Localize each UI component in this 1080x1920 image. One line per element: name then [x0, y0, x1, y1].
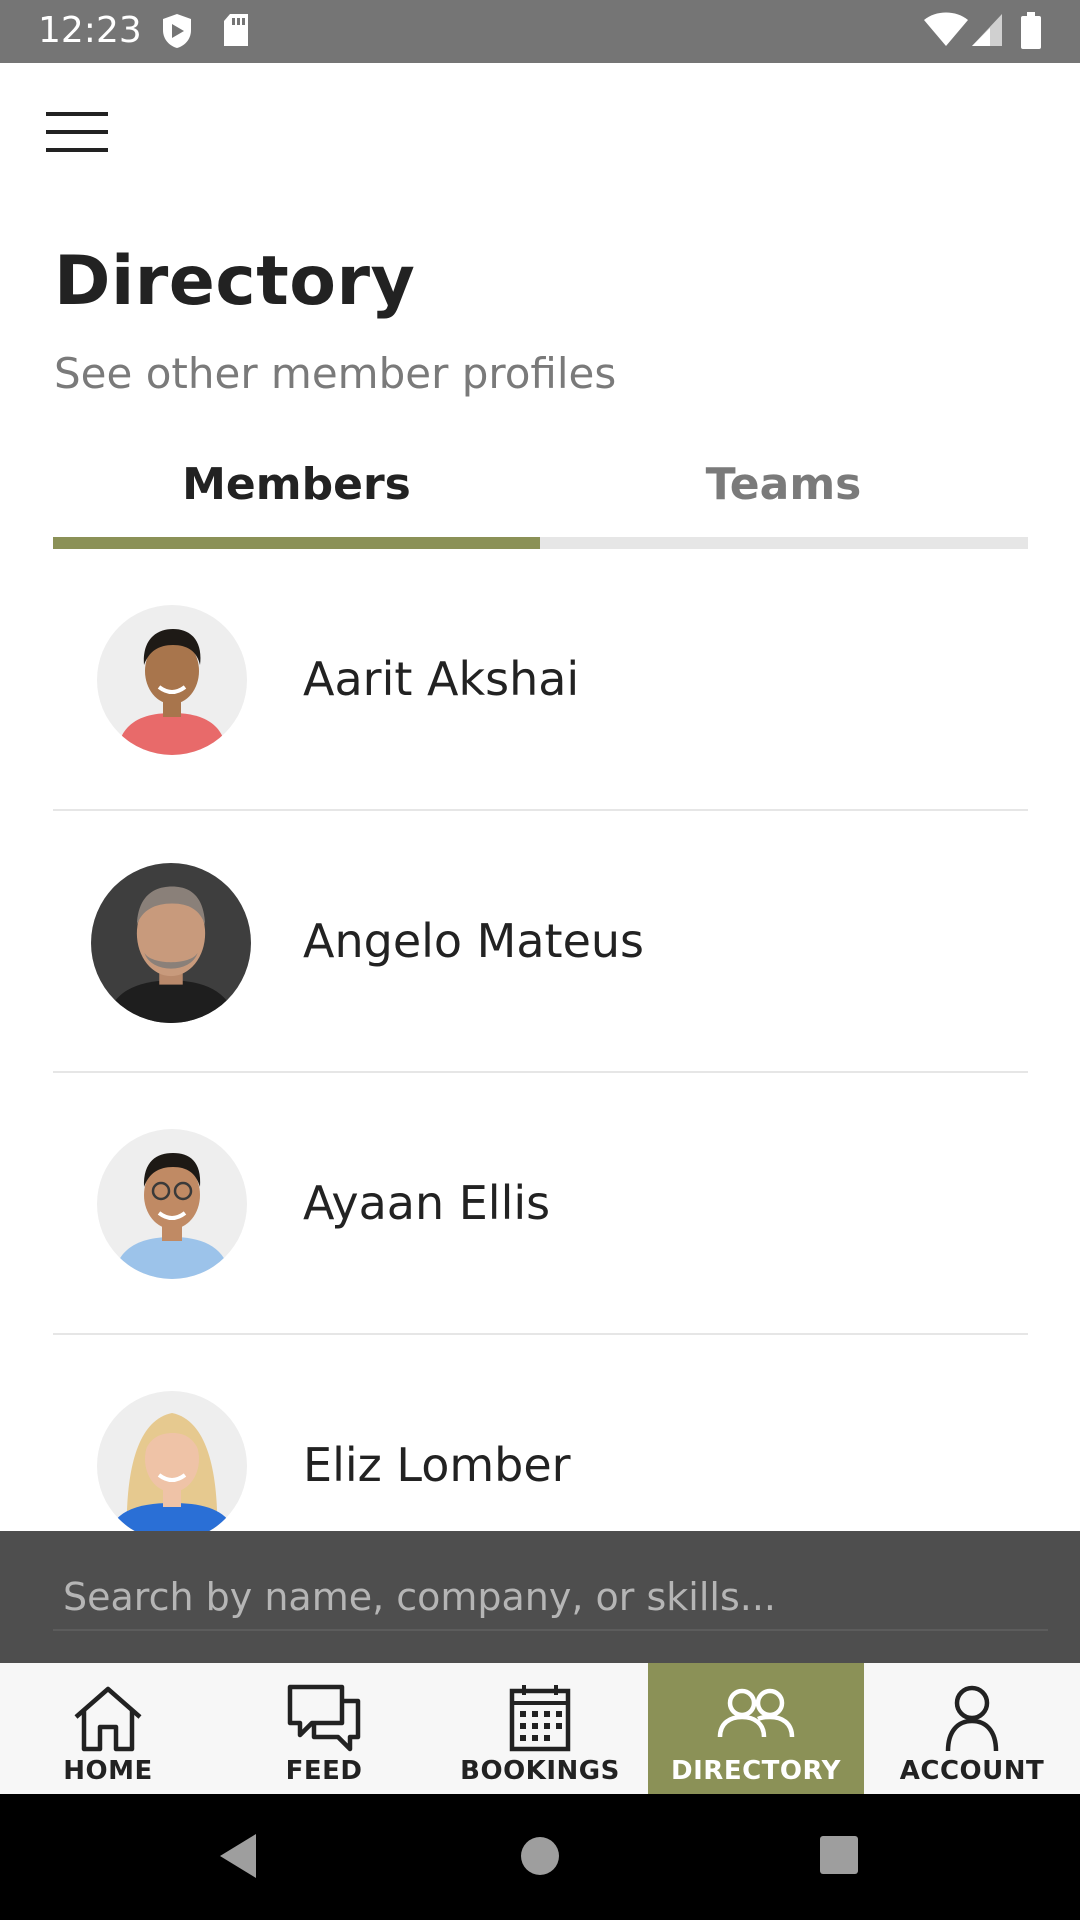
member-name: Aarit Akshai: [303, 652, 580, 706]
tab-members[interactable]: Members: [53, 450, 540, 520]
avatar: [97, 1391, 247, 1541]
home-circle-icon[interactable]: [518, 1834, 562, 1878]
avatar: [91, 863, 251, 1023]
member-row[interactable]: Aarit Akshai: [53, 549, 1028, 811]
hamburger-icon: [46, 112, 108, 152]
back-icon[interactable]: [216, 1830, 260, 1882]
page-subtitle: See other member profiles: [54, 349, 617, 398]
tab-teams[interactable]: Teams: [540, 450, 1027, 520]
member-name: Ayaan Ellis: [303, 1176, 551, 1230]
calendar-icon: [509, 1685, 571, 1752]
tab-teams-indicator: [540, 537, 1028, 549]
home-icon: [74, 1686, 142, 1752]
nav-bookings[interactable]: BOOKINGS: [432, 1663, 648, 1794]
member-row[interactable]: Angelo Mateus: [53, 811, 1028, 1073]
sd-card-icon: [224, 14, 248, 46]
people-icon: [717, 1688, 795, 1738]
search-bar: [0, 1531, 1080, 1663]
shield-icon: [163, 14, 191, 48]
cell-signal-icon: [972, 14, 1002, 46]
nav-directory[interactable]: DIRECTORY: [648, 1663, 864, 1794]
wifi-icon: [924, 12, 968, 46]
nav-bookings-label: BOOKINGS: [460, 1756, 620, 1786]
tab-members-indicator: [53, 537, 540, 549]
battery-icon: [1021, 12, 1041, 49]
nav-home[interactable]: HOME: [0, 1663, 216, 1794]
bottom-nav: HOME FEED BOOKINGS DIRECTORY ACCOUNT: [0, 1663, 1080, 1794]
chat-bubbles-icon: [287, 1684, 361, 1752]
nav-account[interactable]: ACCOUNT: [864, 1663, 1080, 1794]
member-name: Eliz Lomber: [303, 1438, 571, 1492]
recents-icon[interactable]: [818, 1834, 860, 1876]
system-nav-bar: [0, 1794, 1080, 1920]
avatar: [97, 605, 247, 755]
status-time: 12:23: [38, 10, 142, 51]
menu-button[interactable]: [46, 108, 126, 184]
nav-home-label: HOME: [63, 1756, 153, 1786]
nav-directory-label: DIRECTORY: [671, 1756, 841, 1786]
member-name: Angelo Mateus: [303, 914, 645, 968]
status-bar: 12:23: [0, 0, 1080, 63]
member-row[interactable]: Ayaan Ellis: [53, 1073, 1028, 1335]
nav-feed-label: FEED: [285, 1756, 363, 1786]
avatar: [97, 1129, 247, 1279]
nav-feed[interactable]: FEED: [216, 1663, 432, 1794]
nav-account-label: ACCOUNT: [899, 1756, 1045, 1786]
person-icon: [945, 1685, 999, 1752]
search-input[interactable]: [53, 1565, 1048, 1631]
page-title: Directory: [54, 242, 416, 321]
